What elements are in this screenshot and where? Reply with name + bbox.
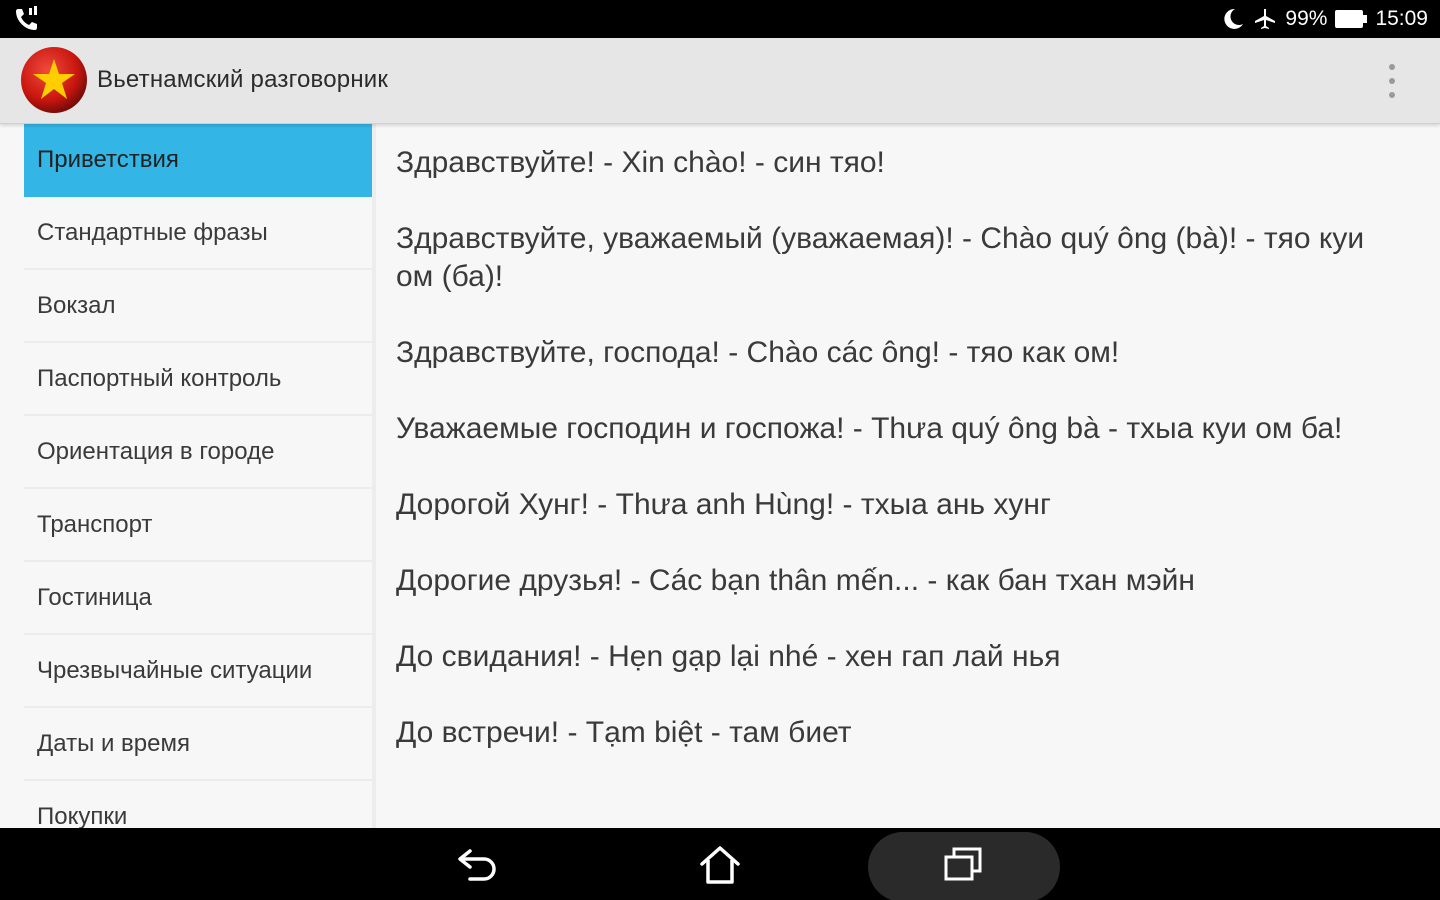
battery-percent: 99% (1285, 7, 1328, 30)
app-title: Вьетнамский разговорник (97, 66, 389, 93)
airplane-icon (1253, 7, 1277, 31)
recents-icon[interactable] (934, 840, 994, 890)
back-icon[interactable] (448, 840, 508, 890)
phrase-item[interactable]: Здравствуйте, господа! - Chào các ông! -… (396, 334, 1406, 372)
status-bar: 99% 15:09 (0, 0, 1440, 38)
battery-icon (1335, 9, 1368, 29)
sidebar-item-shopping[interactable]: Покупки (24, 781, 372, 828)
moon-icon (1221, 7, 1245, 31)
home-icon[interactable] (690, 840, 750, 890)
phrase-item[interactable]: Здравствуйте! - Xin chào! - син тяо! (396, 144, 1406, 182)
sidebar-item-greetings[interactable]: Приветствия (24, 124, 372, 197)
phrase-item[interactable]: Уважаемые господин и госпожа! - Thưa quý… (396, 410, 1406, 448)
vietnam-flag-icon (20, 46, 88, 114)
sidebar-item-transport[interactable]: Транспорт (24, 489, 372, 562)
sidebar-item-dates-time[interactable]: Даты и время (24, 708, 372, 781)
app-bar: Вьетнамский разговорник (0, 38, 1440, 124)
phone-signal-icon (14, 6, 42, 32)
phrase-item[interactable]: Дорогой Хунг! - Thưa anh Hùng! - тхыа ан… (396, 486, 1406, 524)
sidebar-item-hotel[interactable]: Гостиница (24, 562, 372, 635)
sidebar-item-station[interactable]: Вокзал (24, 270, 372, 343)
sidebar-item-standard-phrases[interactable]: Стандартные фразы (24, 197, 372, 270)
phrase-item[interactable]: До встречи! - Tạm biệt - там биет (396, 714, 1406, 752)
clock: 15:09 (1375, 7, 1428, 30)
category-sidebar: Приветствия Стандартные фразы Вокзал Пас… (24, 124, 372, 828)
phrase-item[interactable]: До свидания! - Hẹn gạp lại nhé - хен гап… (396, 638, 1406, 676)
phrase-item[interactable]: Дорогие друзья! - Các bạn thân mến... - … (396, 562, 1406, 600)
content-area: Приветствия Стандартные фразы Вокзал Пас… (0, 124, 1440, 828)
overflow-menu-icon[interactable] (1384, 64, 1400, 98)
sidebar-item-passport-control[interactable]: Паспортный контроль (24, 343, 372, 416)
sidebar-item-city-orientation[interactable]: Ориентация в городе (24, 416, 372, 489)
navigation-bar (0, 828, 1440, 900)
phrase-item[interactable]: Здравствуйте, уважаемый (уважаемая)! - C… (396, 220, 1406, 296)
sidebar-item-emergencies[interactable]: Чрезвычайные ситуации (24, 635, 372, 708)
pane-divider (372, 124, 376, 828)
phrase-list: Здравствуйте! - Xin chào! - син тяо! Здр… (396, 144, 1406, 790)
